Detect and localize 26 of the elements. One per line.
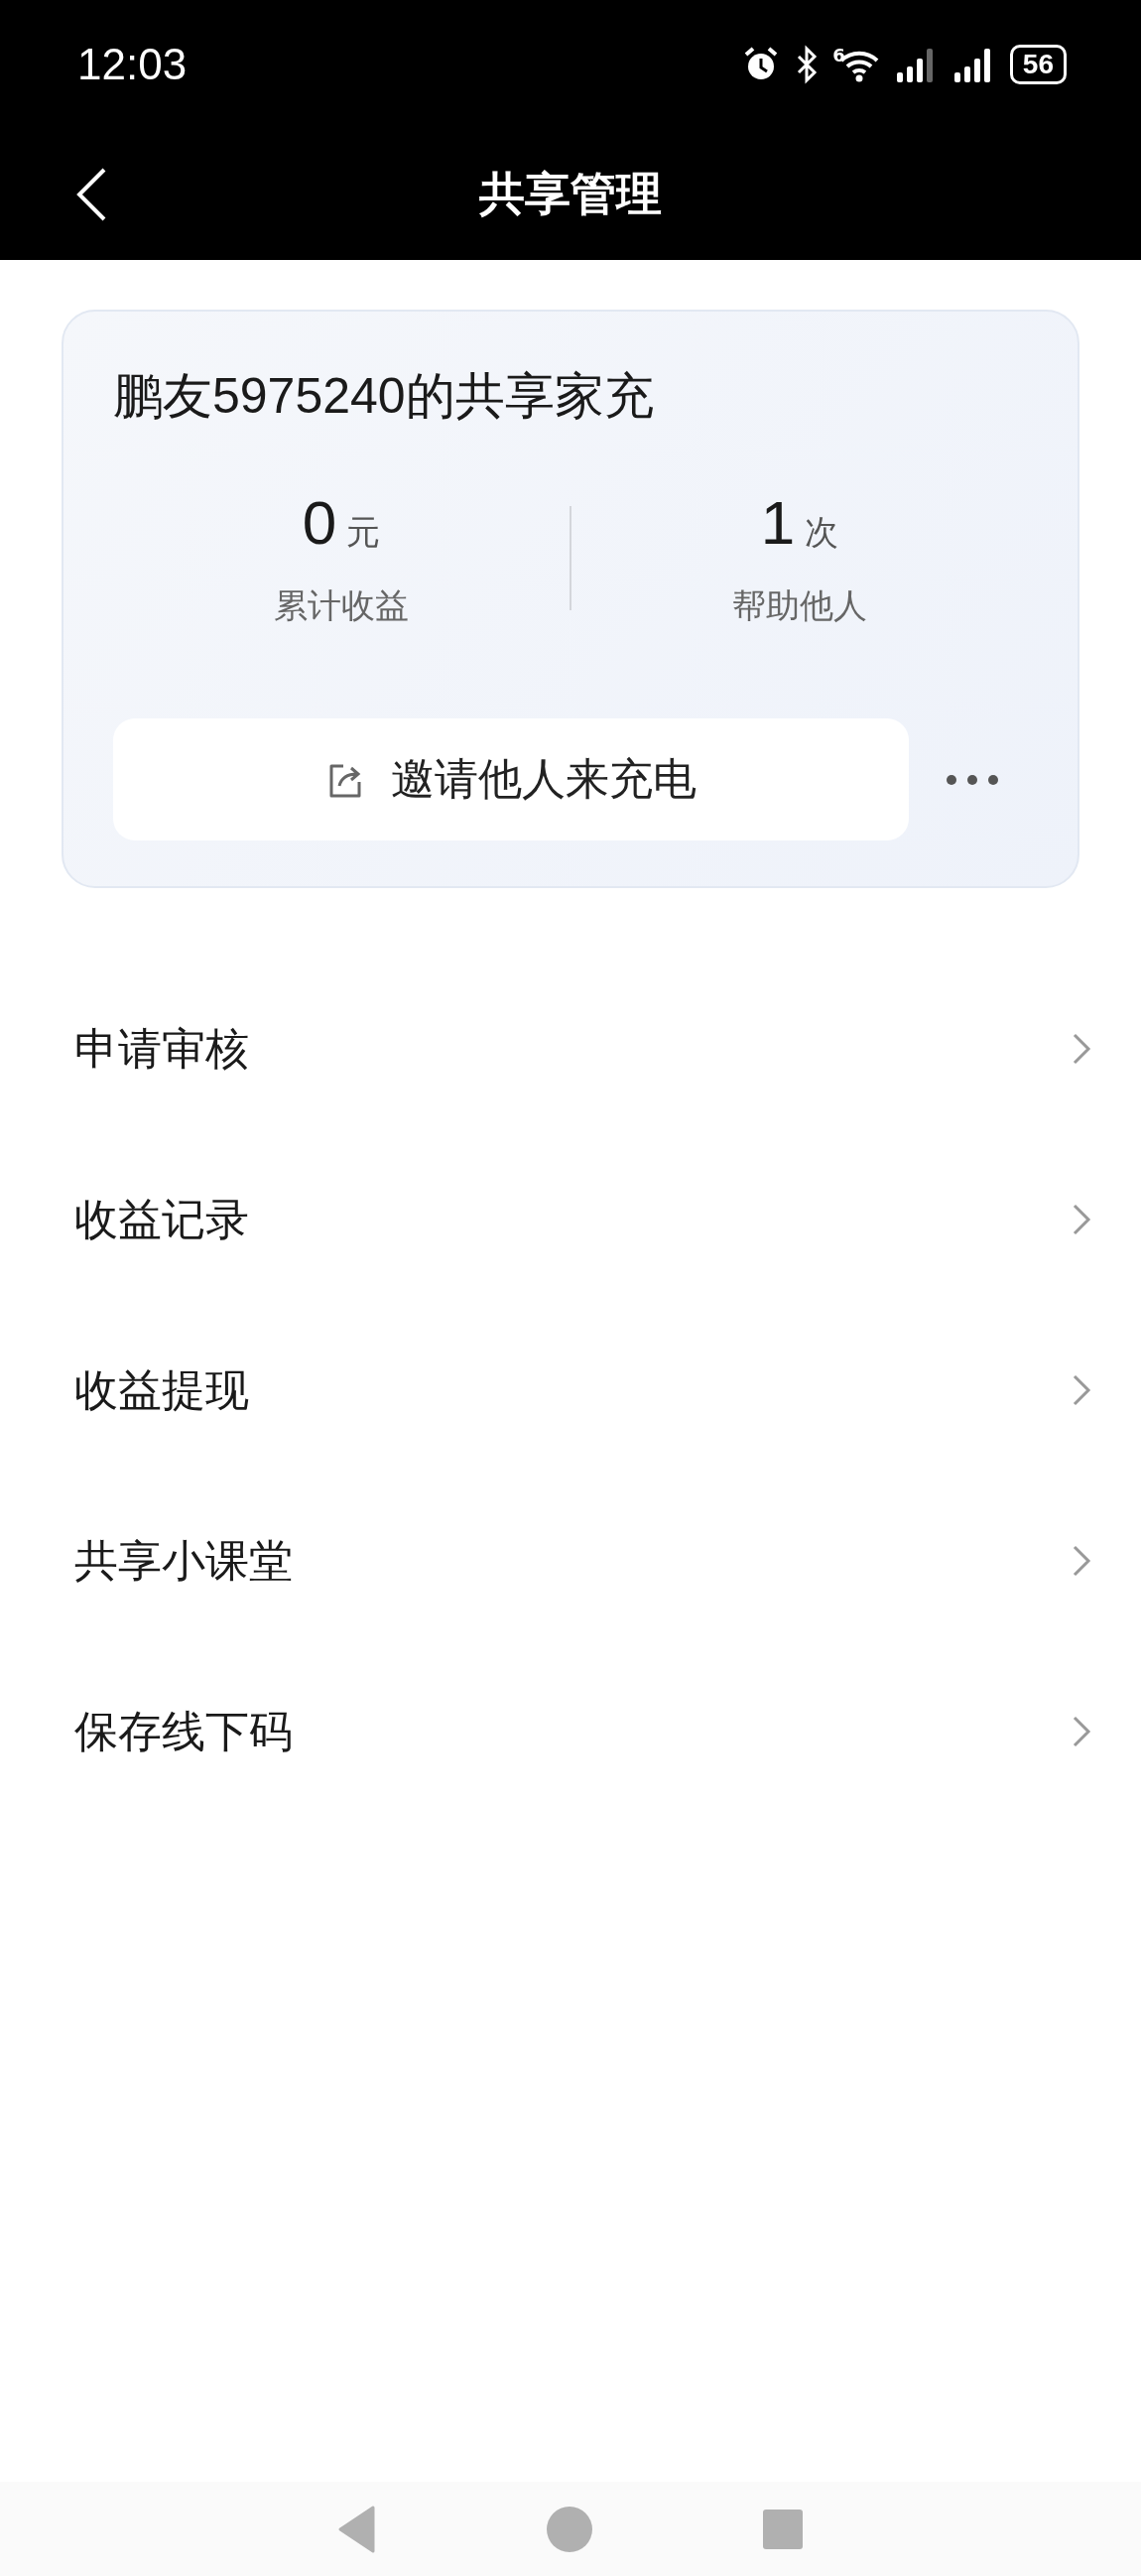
chevron-icon [1072,1715,1091,1748]
menu-item[interactable]: 收益提现 [0,1305,1141,1476]
chevron-icon [1072,1032,1091,1066]
stat-unit: 元 [346,511,381,554]
card-title: 鹏友5975240的共享家充 [113,367,655,426]
page-title: 共享管理 [479,166,662,222]
home-icon[interactable] [546,2505,593,2553]
status-time: 12:03 [77,40,188,89]
invite-button[interactable]: 邀请他人来充电 [113,718,909,840]
stat-label: 帮助他人 [732,584,867,627]
more-icon[interactable] [945,772,1000,787]
battery-indicator: 56 [1009,45,1067,84]
stat-unit: 次 [805,511,839,554]
stat-value: 1 [760,487,796,558]
chevron-icon [1072,1373,1091,1407]
back-icon[interactable] [74,167,108,222]
stat-label: 累计收益 [274,584,409,627]
bluetooth-icon [795,45,820,84]
chevron-icon [1072,1544,1091,1578]
chevron-icon [1072,1203,1091,1236]
menu-item[interactable]: 收益记录 [0,1134,1141,1305]
recents-icon[interactable] [762,2508,804,2550]
stat-value: 0 [302,487,337,558]
menu-item[interactable]: 申请审核 [0,964,1141,1134]
menu-item[interactable]: 保存线下码 [0,1646,1141,1817]
menu-item[interactable]: 共享小课堂 [0,1476,1141,1646]
